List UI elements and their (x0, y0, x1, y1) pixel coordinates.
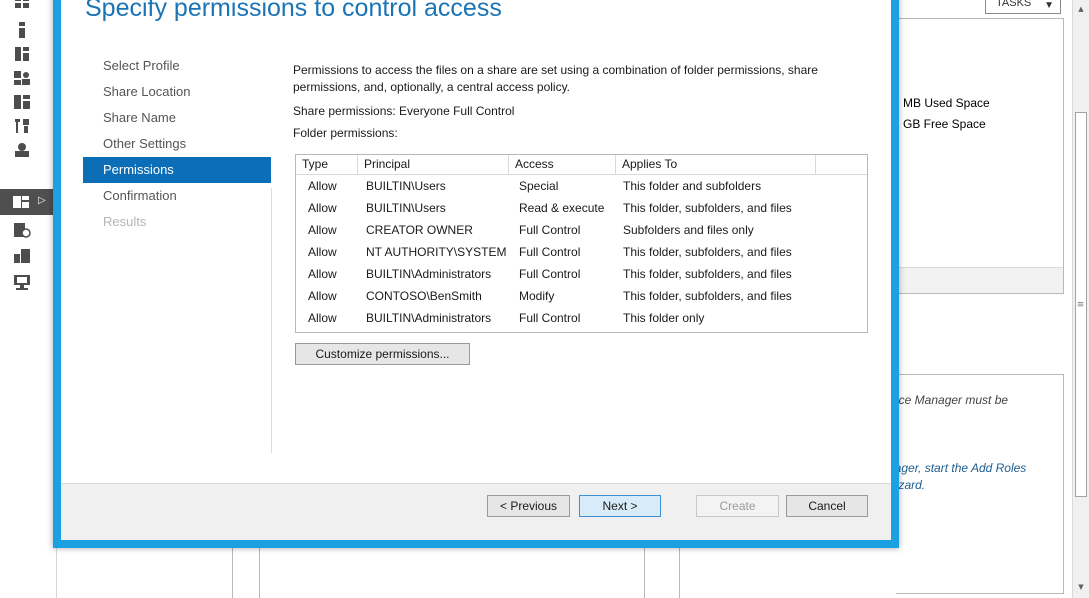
cell-type: Allow (308, 289, 337, 303)
table-row[interactable]: Allow BUILTIN\Users Special This folder … (296, 175, 867, 197)
table-row[interactable]: Allow NT AUTHORITY\SYSTEM Full Control T… (296, 241, 867, 263)
permissions-description: Permissions to access the files on a sha… (293, 63, 818, 94)
cell-principal: BUILTIN\Administrators (366, 267, 492, 281)
panel-footer-stripe (896, 267, 1063, 293)
column-header-principal[interactable]: Principal (358, 155, 509, 174)
cell-type: Allow (308, 311, 337, 325)
cell-principal: BUILTIN\Users (366, 179, 446, 193)
cell-type: Allow (308, 223, 337, 237)
splitter-grip-icon[interactable]: ≡ (1072, 300, 1089, 310)
step-select-profile[interactable]: Select Profile (83, 53, 271, 79)
step-permissions[interactable]: Permissions (83, 157, 271, 183)
cancel-button[interactable]: Cancel (786, 495, 868, 517)
cell-principal: BUILTIN\Users (366, 201, 446, 215)
table-row[interactable]: Allow BUILTIN\Administrators Full Contro… (296, 307, 867, 329)
ad-users-icon[interactable] (13, 70, 31, 86)
cell-type: Allow (308, 267, 337, 281)
file-storage-icon[interactable]: ▷ (0, 189, 57, 215)
vertical-scrollbar[interactable]: ▲ ▼ (1072, 0, 1089, 598)
cell-principal: CONTOSO\BenSmith (366, 289, 482, 303)
cell-access: Full Control (519, 267, 581, 281)
column-header-access[interactable]: Access (509, 155, 616, 174)
bottom-pane-middle (259, 548, 645, 598)
used-space-text: MB Used Space (903, 96, 990, 110)
local-server-icon[interactable] (13, 22, 31, 38)
iis-icon[interactable] (13, 222, 31, 238)
all-servers-icon[interactable] (13, 46, 31, 62)
share-permissions-text: Share permissions: Everyone Full Control (293, 104, 515, 118)
bottom-pane-divider (232, 548, 260, 598)
step-share-location[interactable]: Share Location (83, 79, 271, 105)
step-results: Results (103, 214, 147, 229)
print-icon[interactable] (13, 142, 31, 158)
cell-applies-to: This folder, subfolders, and files (623, 267, 792, 281)
tasks-label: TASKS (996, 0, 1032, 9)
wizard-steps: Select Profile Share Location Share Name… (83, 53, 271, 235)
step-confirmation[interactable]: Confirmation (83, 183, 271, 209)
table-row[interactable]: Allow BUILTIN\Administrators Full Contro… (296, 263, 867, 285)
scroll-down-arrow-icon[interactable]: ▼ (1073, 580, 1089, 594)
cell-access: Full Control (519, 223, 581, 237)
free-space-text: GB Free Space (903, 117, 986, 131)
create-button: Create (696, 495, 779, 517)
column-header-type[interactable]: Type (296, 155, 358, 174)
cell-applies-to: This folder, subfolders, and files (623, 245, 792, 259)
cell-access: Special (519, 179, 559, 193)
wizard-footer: < Previous Next > Create Cancel (61, 483, 891, 540)
dashboard-icon[interactable] (13, 0, 31, 10)
caret-down-icon: ▼ (1044, 0, 1054, 11)
remote-access-icon[interactable] (13, 248, 31, 264)
cell-principal: CREATOR OWNER (366, 223, 473, 237)
tasks-button[interactable]: TASKS ▼ (985, 0, 1061, 14)
server-manager-nav: ▷ (0, 0, 57, 598)
cell-type: Allow (308, 179, 337, 193)
volume-activation-icon[interactable] (13, 274, 31, 290)
table-header: Type Principal Access Applies To (296, 155, 867, 175)
customize-permissions-button[interactable]: Customize permissions... (295, 343, 470, 365)
cell-applies-to: This folder, subfolders, and files (623, 201, 792, 215)
folder-permissions-table[interactable]: Type Principal Access Applies To Allow B… (295, 154, 868, 333)
expand-arrow-icon: ▷ (38, 195, 46, 206)
cell-applies-to: Subfolders and files only (623, 223, 754, 237)
step-other-settings[interactable]: Other Settings (83, 131, 271, 157)
cell-type: Allow (308, 245, 337, 259)
add-roles-link-line1[interactable]: nager, start the Add Roles (888, 461, 1026, 475)
cell-principal: BUILTIN\Administrators (366, 311, 492, 325)
step-share-name[interactable]: Share Name (83, 105, 271, 131)
cell-principal: NT AUTHORITY\SYSTEM (366, 245, 507, 259)
previous-button[interactable]: < Previous (487, 495, 570, 517)
fsrm-note-text: urce Manager must be (888, 393, 1009, 407)
new-share-wizard: Specify permissions to control access Se… (53, 0, 899, 548)
steps-divider (271, 188, 272, 453)
scroll-up-arrow-icon[interactable]: ▲ (1073, 2, 1089, 16)
cell-type: Allow (308, 201, 337, 215)
cell-access: Modify (519, 289, 555, 303)
cell-access: Read & execute (519, 201, 605, 215)
cell-applies-to: This folder, subfolders, and files (623, 289, 792, 303)
cell-applies-to: This folder and subfolders (623, 179, 762, 193)
table-row[interactable]: Allow CONTOSO\BenSmith Modify This folde… (296, 285, 867, 307)
wizard-body: Specify permissions to control access Se… (61, 0, 891, 540)
tools-icon[interactable] (13, 118, 31, 134)
cell-access: Full Control (519, 311, 581, 325)
next-button[interactable]: Next > (579, 495, 661, 517)
permissions-content: Permissions to access the files on a sha… (293, 62, 883, 140)
column-header-applies-to[interactable]: Applies To (616, 155, 816, 174)
wizard-title: Specify permissions to control access (85, 0, 502, 22)
table-row[interactable]: Allow CREATOR OWNER Full Control Subfold… (296, 219, 867, 241)
folder-permissions-label: Folder permissions: (293, 126, 398, 140)
cell-applies-to: This folder only (623, 311, 705, 325)
cell-access: Full Control (519, 245, 581, 259)
table-row[interactable]: Allow BUILTIN\Users Read & execute This … (296, 197, 867, 219)
bottom-pane-right-border (679, 548, 680, 598)
file-services-icon[interactable] (13, 94, 31, 110)
volume-info-panel (896, 18, 1064, 294)
